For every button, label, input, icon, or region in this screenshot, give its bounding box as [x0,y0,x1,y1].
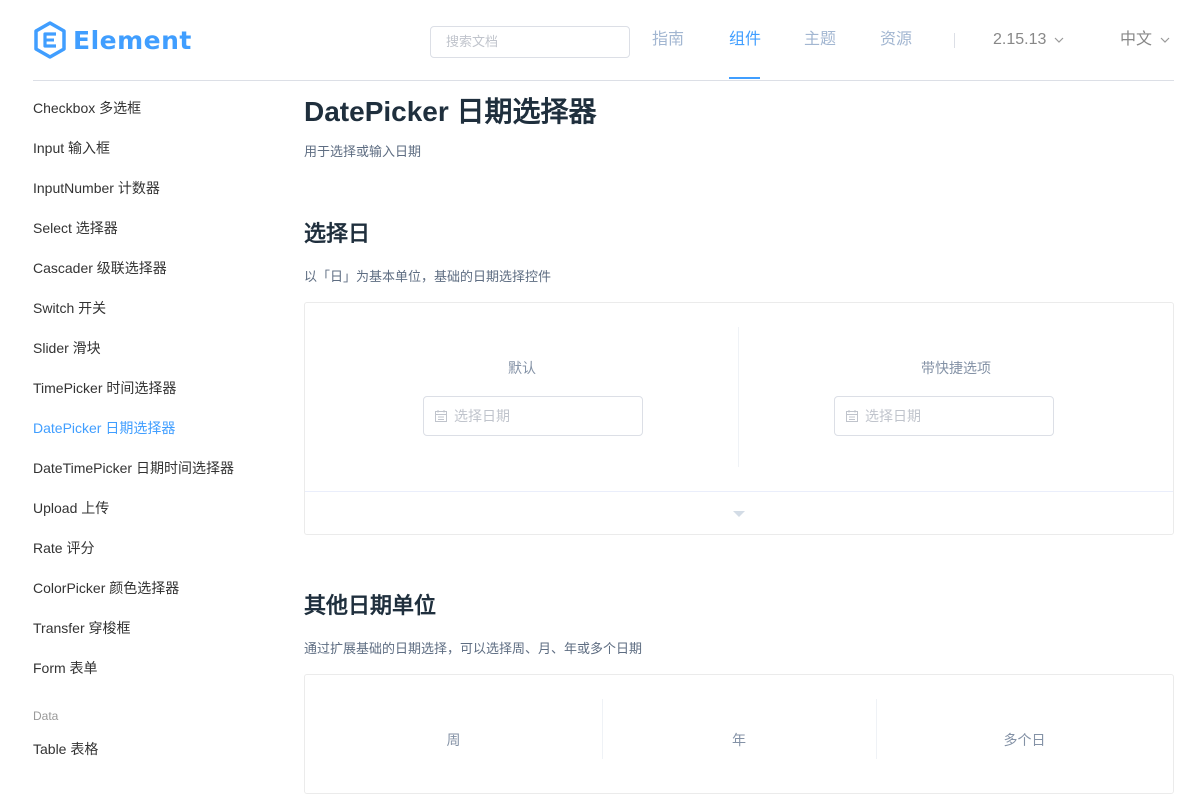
demo-block-other: 周 年 多个日 [304,674,1174,794]
nav-theme[interactable]: 主题 [804,30,836,54]
sidebar-item-transfer[interactable]: Transfer 穿梭框 [33,618,131,638]
demo-label-week: 周 [446,732,461,748]
sidebar-item-table[interactable]: Table 表格 [33,739,98,759]
sidebar-group-data: Data [33,709,59,723]
sidebar-item-switch[interactable]: Switch 开关 [33,298,106,318]
demo-label-year: 年 [732,732,746,748]
sidebar-item-timepicker[interactable]: TimePicker 时间选择器 [33,378,176,398]
sidebar-item-datetimepicker[interactable]: DateTimePicker 日期时间选择器 [33,458,234,478]
date-input-shortcuts[interactable]: 选择日期 [834,396,1054,436]
nav-resource[interactable]: 资源 [880,30,912,54]
chevron-down-icon [1160,37,1170,43]
section-heading-day: 选择日 [304,221,371,246]
version-label: 2.15.13 [993,31,1047,48]
sidebar: Checkbox 多选框 Input 输入框 InputNumber 计数器 S… [0,81,270,783]
active-nav-underline [729,77,760,79]
logo-text: Element [73,25,192,55]
sidebar-item-datepicker[interactable]: DatePicker 日期选择器 [33,418,175,438]
demo-label-default: 默认 [508,360,536,376]
sidebar-item-select[interactable]: Select 选择器 [33,218,118,238]
section-desc-other: 通过扩展基础的日期选择，可以选择周、月、年或多个日期 [304,641,643,656]
demo-divider [876,699,877,759]
language-label: 中文 [1120,31,1153,48]
search-input[interactable]: 搜索文档 [430,26,630,58]
demo-block-day: 默认 选择日期 带快捷选项 选择日期 [304,302,1174,535]
nav-separator [954,33,955,48]
version-dropdown[interactable]: 2.15.13 [993,30,1064,50]
date-input-placeholder: 选择日期 [865,408,921,424]
page-lead: 用于选择或输入日期 [304,144,422,159]
sidebar-item-input[interactable]: Input 输入框 [33,138,110,158]
page-title: DatePicker 日期选择器 [304,96,597,127]
main-content: DatePicker 日期选择器 用于选择或输入日期 选择日 以「日」为基本单位… [304,81,1174,794]
sidebar-item-slider[interactable]: Slider 滑块 [33,338,101,358]
date-input-placeholder: 选择日期 [454,408,510,424]
element-logo-icon [34,21,66,59]
sidebar-item-inputnumber[interactable]: InputNumber 计数器 [33,178,160,198]
sidebar-item-rate[interactable]: Rate 评分 [33,538,94,558]
calendar-icon [435,410,447,422]
chevron-down-icon [1054,37,1064,43]
demo-label-multiple: 多个日 [1003,732,1046,748]
logo[interactable]: Element [33,20,192,60]
demo-default: 默认 选择日期 [305,303,739,491]
sidebar-item-upload[interactable]: Upload 上传 [33,498,109,518]
language-dropdown[interactable]: 中文 [1120,30,1170,50]
sidebar-item-cascader[interactable]: Cascader 级联选择器 [33,258,167,278]
nav-component[interactable]: 组件 [729,30,761,54]
sidebar-item-colorpicker[interactable]: ColorPicker 颜色选择器 [33,578,179,598]
date-input-default[interactable]: 选择日期 [423,396,643,436]
section-desc-day: 以「日」为基本单位，基础的日期选择控件 [304,269,552,284]
demo-shortcuts: 带快捷选项 选择日期 [739,303,1173,491]
section-heading-other: 其他日期单位 [304,593,437,618]
demo-divider [602,699,603,759]
calendar-icon [846,410,858,422]
demo-expand-control[interactable] [305,491,1173,535]
demo-label-shortcuts: 带快捷选项 [921,360,991,376]
nav-guide[interactable]: 指南 [652,30,684,54]
caret-down-icon [733,510,745,517]
top-header: Element 搜索文档 指南 组件 主题 资源 2.15.13 中文 [0,0,1177,80]
sidebar-item-form[interactable]: Form 表单 [33,658,98,678]
sidebar-item-checkbox[interactable]: Checkbox 多选框 [33,98,141,118]
